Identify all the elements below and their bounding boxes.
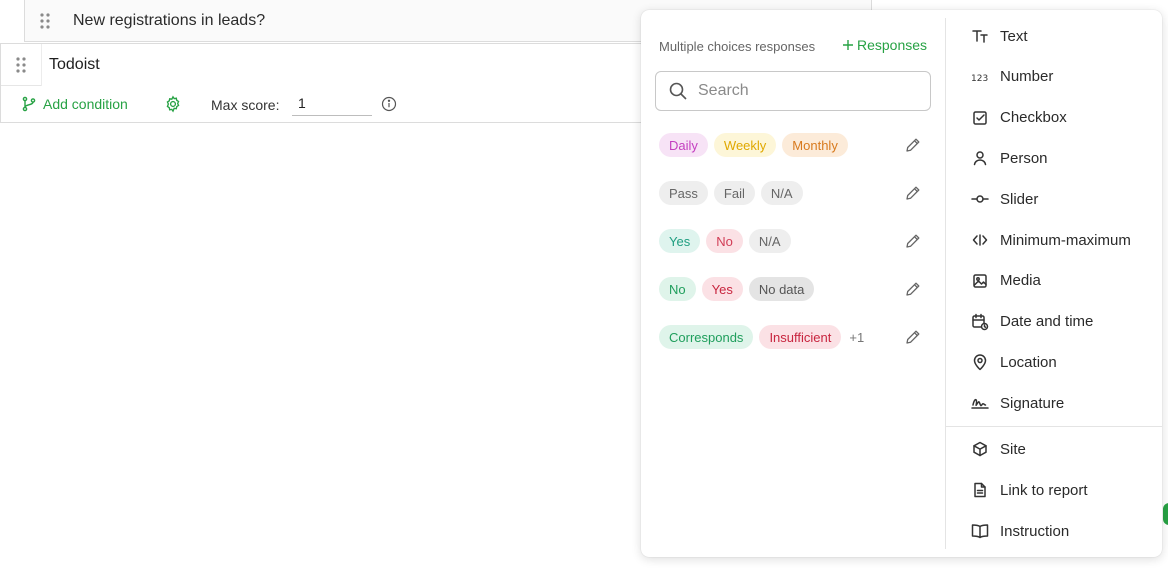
book-icon — [970, 521, 990, 541]
branch-icon — [22, 96, 36, 112]
menu-item-text[interactable]: Text — [970, 24, 1028, 48]
menu-item-link-to-report[interactable]: Link to report — [970, 478, 1088, 502]
menu-item-signature[interactable]: Signature — [970, 391, 1064, 415]
menu-item-label: Minimum-maximum — [1000, 231, 1131, 249]
add-condition-button[interactable]: Add condition — [21, 96, 128, 112]
calendar-clock-icon — [970, 312, 990, 332]
checkbox-icon — [970, 108, 990, 128]
signature-icon — [970, 393, 990, 413]
multiple-choice-pane: Multiple choices responses Responses Dai… — [641, 10, 945, 557]
response-chip: N/A — [748, 229, 791, 253]
more-count: +1 — [849, 329, 865, 345]
response-chip: Insufficient — [759, 325, 842, 349]
edit-pencil-icon[interactable] — [905, 185, 921, 206]
edit-pencil-icon[interactable] — [905, 329, 921, 350]
drag-handle-icon[interactable] — [15, 57, 27, 78]
edit-pencil-icon[interactable] — [905, 137, 921, 158]
menu-item-label: Text — [1000, 27, 1028, 45]
response-set[interactable]: Daily Weekly Monthly — [659, 133, 848, 157]
menu-item-checkbox[interactable]: Checkbox — [970, 106, 1067, 130]
response-chip: Pass — [659, 181, 708, 205]
menu-item-label: Site — [1000, 440, 1026, 458]
response-chip: Yes — [659, 229, 701, 253]
max-score-label: Max score: — [211, 97, 280, 113]
response-set[interactable]: Corresponds Insufficient +1 — [659, 325, 864, 349]
menu-item-location[interactable]: Location — [970, 350, 1057, 374]
response-chip: No data — [748, 277, 815, 301]
menu-divider — [946, 426, 1162, 427]
menu-item-label: Checkbox — [1000, 109, 1067, 127]
slider-icon — [970, 189, 990, 209]
menu-item-label: Signature — [1000, 394, 1065, 412]
menu-item-label: Location — [1000, 353, 1057, 371]
response-chip: N/A — [760, 181, 803, 205]
menu-item-date-and-time[interactable]: Date and time — [970, 310, 1093, 334]
response-chip: Monthly — [782, 133, 848, 157]
search-input[interactable] — [698, 82, 908, 100]
add-condition-label: Add condition — [43, 96, 128, 112]
response-set[interactable]: Yes No N/A — [659, 229, 791, 253]
number-icon: 123 — [970, 67, 990, 87]
document-icon — [970, 480, 990, 500]
response-chip: Daily — [659, 133, 708, 157]
menu-item-instruction[interactable]: Instruction — [970, 519, 1069, 543]
svg-text:123: 123 — [971, 74, 988, 83]
response-chip: Yes — [701, 277, 743, 301]
question-title: New registrations in leads? — [73, 12, 266, 29]
response-chip: Weekly — [713, 133, 777, 157]
status-indicator — [1163, 503, 1168, 525]
response-type-popover: Multiple choices responses Responses Dai… — [641, 10, 1162, 557]
menu-item-label: Media — [1000, 272, 1041, 290]
menu-item-media[interactable]: Media — [970, 269, 1041, 293]
menu-item-label: Date and time — [1000, 313, 1094, 331]
response-set[interactable]: No Yes No data — [659, 277, 815, 301]
info-icon[interactable] — [381, 96, 397, 117]
menu-item-label: Number — [1000, 68, 1054, 86]
response-chip: No — [659, 277, 696, 301]
drag-handle-icon[interactable] — [39, 13, 51, 34]
menu-item-label: Link to report — [1000, 481, 1088, 499]
menu-item-minimum-maximum[interactable]: Minimum-maximum — [970, 228, 1131, 252]
menu-item-site[interactable]: Site — [970, 437, 1026, 461]
menu-item-label: Slider — [1000, 190, 1039, 208]
response-chip: No — [706, 229, 743, 253]
add-responses-label: Responses — [857, 37, 928, 53]
question-title-input[interactable]: Todoist — [41, 44, 641, 86]
location-pin-icon — [970, 352, 990, 372]
menu-item-slider[interactable]: Slider — [970, 187, 1038, 211]
response-chip: Fail — [713, 181, 755, 205]
menu-item-person[interactable]: Person — [970, 146, 1048, 170]
text-type-icon — [970, 26, 990, 46]
multiple-choice-header: Multiple choices responses — [659, 39, 816, 54]
cube-icon — [970, 439, 990, 459]
menu-item-label: Person — [1000, 149, 1048, 167]
menu-item-number[interactable]: 123 Number — [970, 65, 1053, 89]
media-icon — [970, 271, 990, 291]
add-responses-button[interactable]: Responses — [842, 37, 927, 53]
response-chip: Corresponds — [659, 325, 754, 349]
search-box[interactable] — [655, 71, 931, 111]
max-score-input[interactable] — [292, 91, 372, 116]
response-type-menu: Text 123 Number Checkbox Person Slider Minimum… — [946, 10, 1162, 557]
edit-pencil-icon[interactable] — [905, 281, 921, 302]
edit-pencil-icon[interactable] — [905, 233, 921, 254]
response-set[interactable]: Pass Fail N/A — [659, 181, 803, 205]
person-icon — [970, 148, 990, 168]
page: New registrations in leads? Todoist Add … — [0, 0, 1168, 568]
gear-icon[interactable] — [164, 95, 182, 118]
plus-icon — [843, 40, 853, 50]
search-icon — [669, 82, 687, 100]
min-max-icon — [970, 230, 990, 250]
menu-item-label: Instruction — [1000, 522, 1070, 540]
